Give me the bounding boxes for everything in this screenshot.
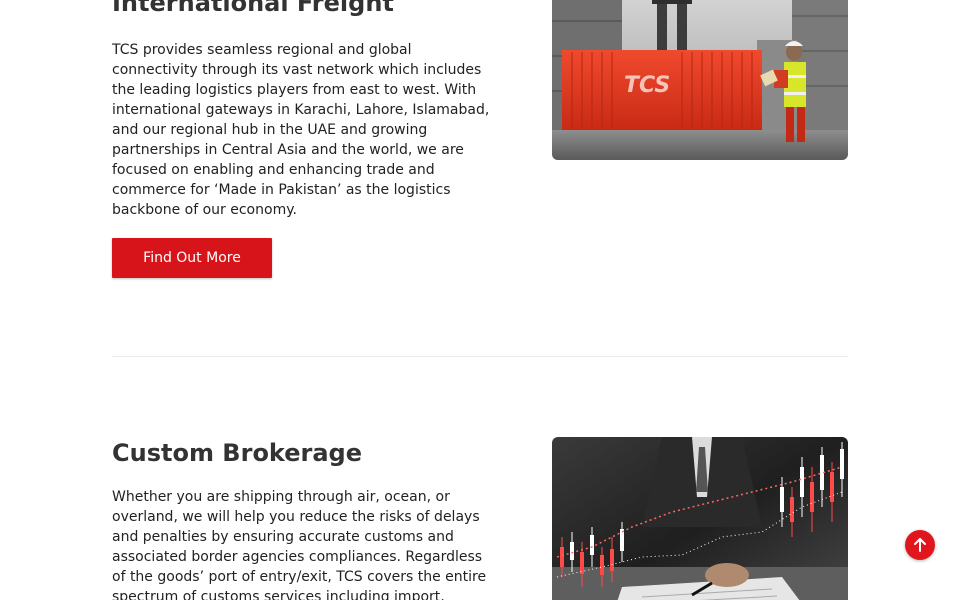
brokerage-heading: Custom Brokerage xyxy=(112,439,363,467)
arrow-up-icon xyxy=(914,538,926,552)
freight-heading: International Freight xyxy=(112,0,394,17)
page: International Freight TCS provides seaml… xyxy=(0,0,960,600)
freight-text-column: International Freight TCS provides seaml… xyxy=(112,0,496,278)
section-divider xyxy=(112,356,848,357)
freight-image: TCS xyxy=(552,0,848,160)
brokerage-description: Whether you are shipping through air, oc… xyxy=(112,489,487,600)
find-out-more-button[interactable]: Find Out More xyxy=(112,238,272,278)
back-to-top-button[interactable] xyxy=(905,530,935,560)
brokerage-text-column: Custom Brokerage Whether you are shippin… xyxy=(112,437,496,600)
brokerage-image xyxy=(552,437,848,600)
container-logo: TCS xyxy=(624,73,670,98)
freight-description: TCS provides seamless regional and globa… xyxy=(112,42,490,218)
